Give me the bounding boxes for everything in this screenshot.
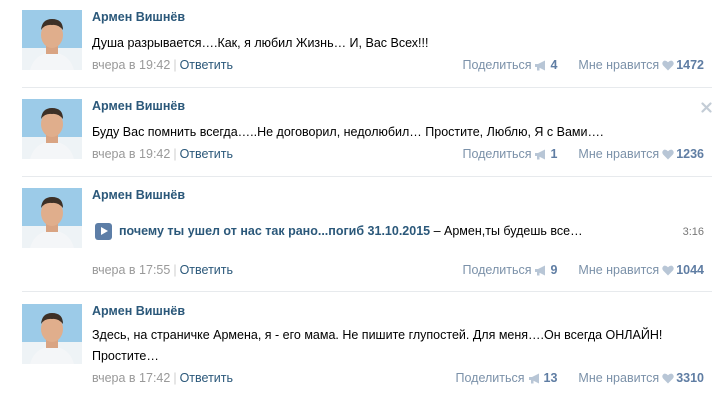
close-icon[interactable] <box>701 102 712 116</box>
like-button[interactable]: Мне нравится 3310 <box>578 371 704 385</box>
author-name[interactable]: Армен Вишнёв <box>92 99 185 113</box>
share-button[interactable]: Поделиться 4 <box>462 58 557 72</box>
track-title: – Армен,ты будешь все… <box>430 224 583 238</box>
share-count: 13 <box>543 371 558 385</box>
avatar[interactable] <box>22 10 82 70</box>
share-label: Поделиться <box>455 371 525 385</box>
meta-divider: | <box>173 58 177 72</box>
comment-stats: Поделиться 4 Мне нравится 1472 <box>462 58 704 74</box>
share-button[interactable]: Поделиться 9 <box>462 263 557 277</box>
share-button[interactable]: Поделиться 1 <box>462 147 557 161</box>
reply-link[interactable]: Ответить <box>180 147 233 161</box>
reply-link[interactable]: Ответить <box>180 263 233 277</box>
comment-meta: вчера в 19:42 | Ответить <box>92 147 233 161</box>
meta-divider: | <box>173 263 177 277</box>
comment-item: Армен Вишнёв Буду Вас помнить всегда…..Н… <box>0 99 720 179</box>
reply-link[interactable]: Ответить <box>180 371 233 385</box>
like-label: Мне нравится <box>578 263 660 277</box>
play-button[interactable] <box>95 223 112 240</box>
avatar[interactable] <box>22 188 82 248</box>
like-count: 3310 <box>676 371 704 385</box>
megaphone-icon <box>534 149 548 163</box>
track-info: почему ты ушел от нас так рано...погиб 3… <box>119 224 583 238</box>
share-count: 4 <box>550 58 558 72</box>
avatar[interactable] <box>22 99 82 159</box>
audio-attachment: почему ты ушел от нас так рано...погиб 3… <box>92 221 704 243</box>
comment-item: Армен Вишнёв почему ты ушел от нас так р… <box>0 188 720 288</box>
track-duration: 3:16 <box>682 226 704 238</box>
author-name[interactable]: Армен Вишнёв <box>92 10 185 24</box>
like-count: 1044 <box>676 263 704 277</box>
share-label: Поделиться <box>462 58 532 72</box>
author-name[interactable]: Армен Вишнёв <box>92 304 185 318</box>
meta-divider: | <box>173 371 177 385</box>
share-count: 9 <box>550 263 558 277</box>
comment-meta: вчера в 17:42 | Ответить <box>92 371 233 385</box>
like-button[interactable]: Мне нравится 1472 <box>578 58 704 72</box>
heart-icon <box>662 373 674 387</box>
comment-text: Буду Вас помнить всегда…..Не договорил, … <box>92 125 604 139</box>
megaphone-icon <box>528 373 542 387</box>
comment-stats: Поделиться 1 Мне нравится 1236 <box>462 147 704 163</box>
track-artist[interactable]: почему ты ушел от нас так рано...погиб 3… <box>119 224 430 238</box>
share-label: Поделиться <box>462 263 532 277</box>
share-count: 1 <box>550 147 558 161</box>
heart-icon <box>662 60 674 74</box>
like-count: 1236 <box>676 147 704 161</box>
timestamp: вчера в 17:55 <box>92 263 171 277</box>
comment-stats: Поделиться 13 Мне нравится 3310 <box>456 371 705 387</box>
comment-stats: Поделиться 9 Мне нравится 1044 <box>462 263 704 279</box>
comment-meta: вчера в 19:42 | Ответить <box>92 58 233 72</box>
timestamp: вчера в 19:42 <box>92 147 171 161</box>
timestamp: вчера в 17:42 <box>92 371 171 385</box>
megaphone-icon <box>534 60 548 74</box>
divider <box>22 291 712 292</box>
megaphone-icon <box>534 265 548 279</box>
divider <box>22 176 712 177</box>
comment-text-line-1: Здесь, на страничке Армена, я - его мама… <box>92 328 663 342</box>
share-label: Поделиться <box>462 147 532 161</box>
like-label: Мне нравится <box>578 147 660 161</box>
avatar[interactable] <box>22 304 82 364</box>
like-count: 1472 <box>676 58 704 72</box>
like-button[interactable]: Мне нравится 1044 <box>578 263 704 277</box>
heart-icon <box>662 149 674 163</box>
meta-divider: | <box>173 147 177 161</box>
comment-meta: вчера в 17:55 | Ответить <box>92 263 233 277</box>
comment-text: Душа разрывается….Как, я любил Жизнь… И,… <box>92 36 429 50</box>
comment-item: Армен Вишнёв Здесь, на страничке Армена,… <box>0 304 720 396</box>
author-name[interactable]: Армен Вишнёв <box>92 188 185 202</box>
like-button[interactable]: Мне нравится 1236 <box>578 147 704 161</box>
like-label: Мне нравится <box>578 58 660 72</box>
reply-link[interactable]: Ответить <box>180 58 233 72</box>
comment-feed: Армен Вишнёв Душа разрывается….Как, я лю… <box>0 0 720 400</box>
comment-item: Армен Вишнёв Душа разрывается….Как, я лю… <box>0 10 720 90</box>
heart-icon <box>662 265 674 279</box>
timestamp: вчера в 19:42 <box>92 58 171 72</box>
share-button[interactable]: Поделиться 13 <box>456 371 558 385</box>
like-label: Мне нравится <box>578 371 660 385</box>
divider <box>22 87 712 88</box>
comment-text-line-2: Простите… <box>92 349 159 363</box>
